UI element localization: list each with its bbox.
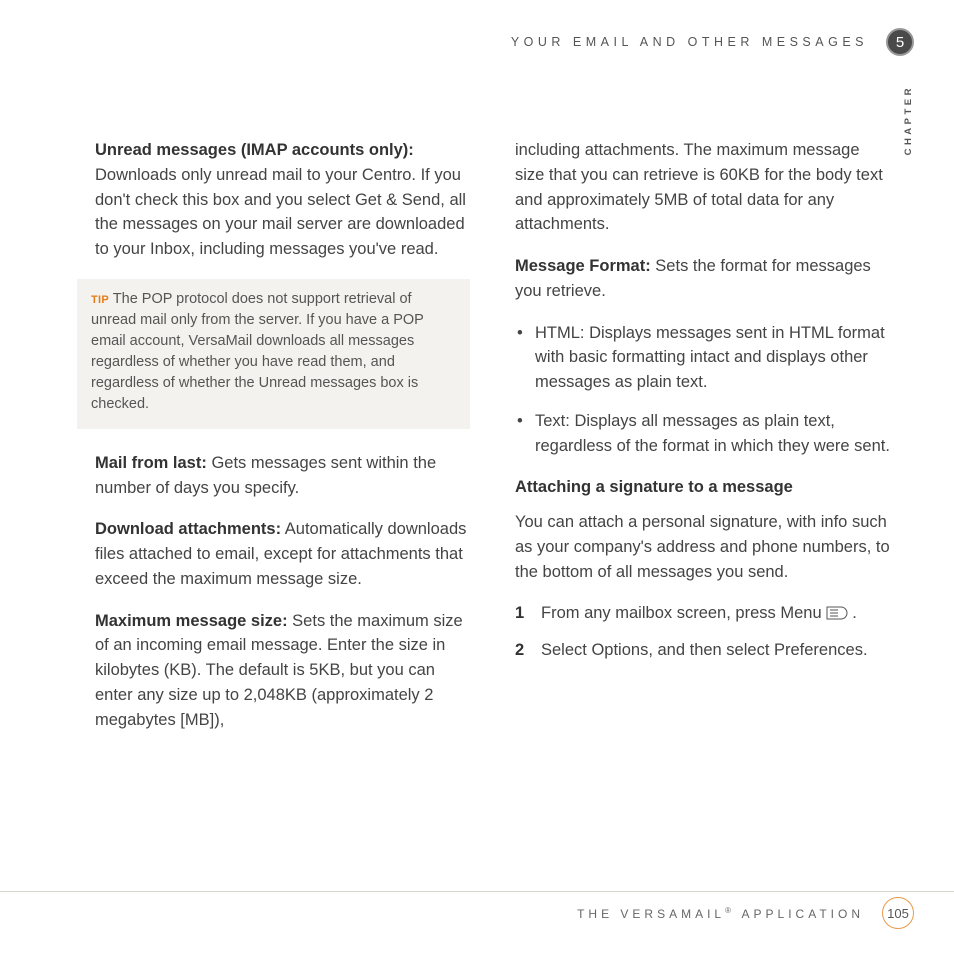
page-number-badge: 105 (882, 897, 914, 929)
page-header: YOUR EMAIL AND OTHER MESSAGES 5 (511, 28, 914, 56)
para-signature-intro: You can attach a personal signature, wit… (515, 510, 890, 584)
footer-rule (0, 891, 954, 892)
label-download-attachments: Download attachments: (95, 520, 281, 538)
menu-icon (826, 603, 852, 628)
section-heading-signature: Attaching a signature to a message (515, 475, 890, 500)
steps-list: From any mailbox screen, press Menu . Se… (515, 601, 890, 663)
right-column: including attachments. The maximum messa… (515, 138, 890, 749)
para-max-message-size: Maximum message size: Sets the maximum s… (95, 609, 470, 733)
label-mail-from-last: Mail from last: (95, 454, 207, 472)
para-continuation: including attachments. The maximum messa… (515, 138, 890, 237)
label-max-message-size: Maximum message size: (95, 612, 288, 630)
tip-label: TIP (91, 294, 109, 306)
label-unread-messages: Unread messages (IMAP accounts only): (95, 141, 414, 159)
step-2: Select Options, and then select Preferen… (515, 638, 890, 663)
content-columns: Unread messages (IMAP accounts only): Do… (95, 138, 890, 749)
para-unread-messages: Unread messages (IMAP accounts only): Do… (95, 138, 470, 262)
format-options-list: HTML: Displays messages sent in HTML for… (515, 321, 890, 459)
page-footer: THE VERSAMAIL® APPLICATION 105 (577, 897, 914, 929)
step-1: From any mailbox screen, press Menu . (515, 601, 890, 628)
list-item: HTML: Displays messages sent in HTML for… (515, 321, 890, 395)
list-item: Text: Displays all messages as plain tex… (515, 409, 890, 459)
tip-box: TIP The POP protocol does not support re… (77, 279, 470, 429)
chapter-label: CHAPTER (903, 85, 914, 155)
label-message-format: Message Format: (515, 257, 651, 275)
para-message-format: Message Format: Sets the format for mess… (515, 254, 890, 304)
header-title: YOUR EMAIL AND OTHER MESSAGES (511, 35, 868, 49)
left-column: Unread messages (IMAP accounts only): Do… (95, 138, 470, 749)
para-download-attachments: Download attachments: Automatically down… (95, 517, 470, 591)
tip-text: The POP protocol does not support retrie… (91, 291, 424, 412)
chapter-number-badge: 5 (886, 28, 914, 56)
footer-title: THE VERSAMAIL® APPLICATION (577, 906, 864, 921)
para-mail-from-last: Mail from last: Gets messages sent withi… (95, 451, 470, 501)
